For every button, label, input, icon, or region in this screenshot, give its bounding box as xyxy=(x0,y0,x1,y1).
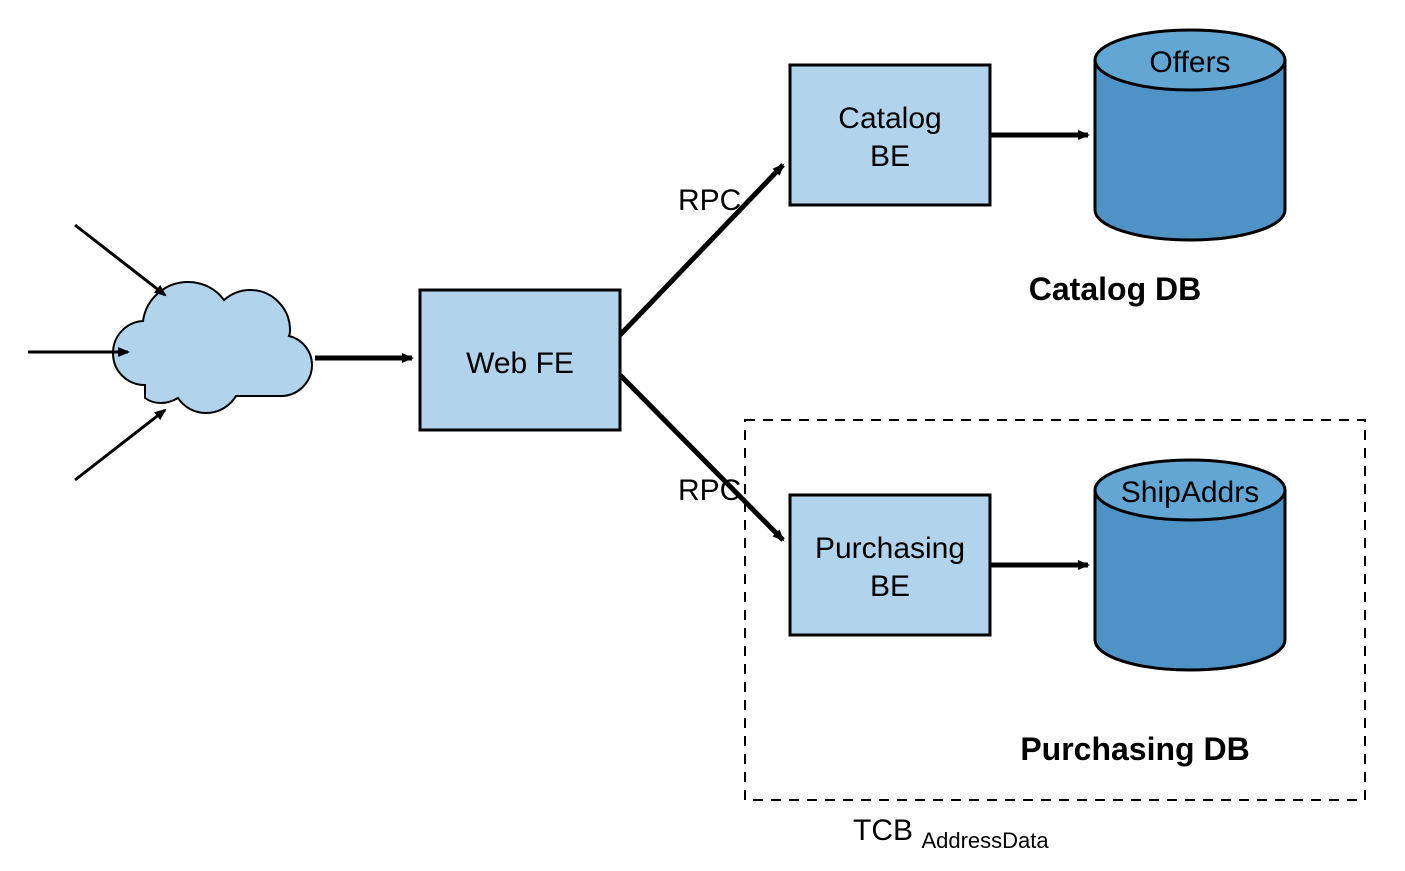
purchasing-be-label-1: Purchasing xyxy=(815,532,965,565)
purchasing-be-box xyxy=(790,495,990,635)
catalog-be-label-1: Catalog xyxy=(838,102,941,135)
purchasing-db-label: Purchasing DB xyxy=(1020,731,1249,767)
web-fe-label: Web FE xyxy=(466,347,574,380)
incoming-arrow-1 xyxy=(75,225,165,295)
purchasing-be-label-2: BE xyxy=(870,570,910,603)
catalog-db-label: Catalog DB xyxy=(1029,271,1201,307)
incoming-arrow-3 xyxy=(75,410,165,480)
rpc-label-2: RPC xyxy=(678,474,741,507)
shipaddrs-db-label: ShipAddrs xyxy=(1121,476,1259,509)
catalog-be-box xyxy=(790,65,990,205)
cloud-icon xyxy=(113,282,312,413)
rpc-label-1: RPC xyxy=(678,184,741,217)
offers-db-label: Offers xyxy=(1149,46,1230,79)
tcb-label: TCB AddressData xyxy=(853,814,1049,853)
arrow-webfe-to-purchasingbe xyxy=(620,375,783,540)
catalog-be-label-2: BE xyxy=(870,140,910,173)
